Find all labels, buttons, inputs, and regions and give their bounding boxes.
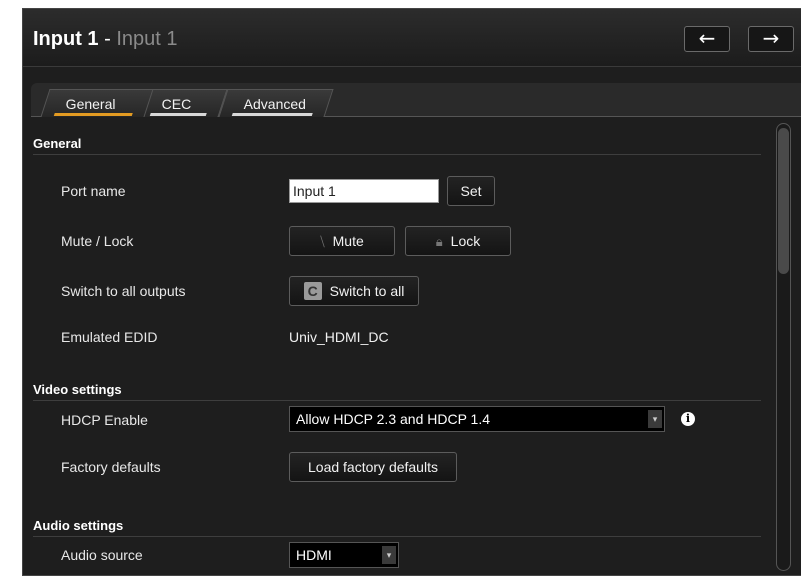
set-port-name-button[interactable]: Set	[447, 176, 495, 206]
section-title-general: General	[33, 136, 761, 155]
switch-to-all-label: Switch to all outputs	[61, 283, 186, 299]
input-settings-window: Input 1 - Input 1 ← → Advanced CEC Gener…	[22, 8, 801, 576]
audio-source-select[interactable]: HDMI ▾	[289, 542, 399, 568]
emulated-edid-label: Emulated EDID	[61, 329, 158, 345]
lock-icon: 🔒︎	[435, 234, 443, 249]
factory-defaults-label: Factory defaults	[61, 459, 161, 475]
section-title-video: Video settings	[33, 382, 761, 401]
scrollbar[interactable]	[776, 123, 791, 571]
tab-bar: Advanced CEC General	[31, 83, 801, 117]
lock-button[interactable]: 🔒︎ Lock	[405, 226, 511, 256]
next-input-button[interactable]: →	[748, 26, 794, 52]
mute-button[interactable]: ⧹ Mute	[289, 226, 395, 256]
scrollbar-thumb[interactable]	[778, 128, 789, 274]
speaker-muted-icon: ⧹	[320, 234, 325, 249]
title-main: Input 1	[33, 28, 99, 50]
tab-underline	[231, 113, 313, 116]
mute-lock-label: Mute / Lock	[61, 233, 134, 249]
tab-advanced[interactable]: Advanced	[218, 89, 334, 117]
tab-underline-active	[53, 113, 133, 116]
title-separator: -	[98, 28, 117, 50]
chevron-down-icon: ▾	[648, 410, 662, 428]
hdcp-enable-select[interactable]: Allow HDCP 2.3 and HDCP 1.4 ▾	[289, 406, 665, 432]
emulated-edid-value: Univ_HDMI_DC	[289, 329, 389, 345]
hdcp-enable-label: HDCP Enable	[61, 412, 148, 428]
info-icon[interactable]: i	[681, 412, 695, 426]
page-title: Input 1 - Input 1	[33, 27, 178, 51]
tab-general[interactable]: General	[40, 89, 154, 117]
tab-underline	[149, 113, 207, 116]
previous-input-button[interactable]: ←	[684, 26, 730, 52]
chevron-down-icon: ▾	[382, 546, 396, 564]
load-factory-defaults-button[interactable]: Load factory defaults	[289, 452, 457, 482]
switch-icon: C	[303, 281, 322, 300]
switch-to-all-button[interactable]: C Switch to all	[289, 276, 419, 306]
title-port-name: Input 1	[116, 28, 178, 50]
section-title-audio: Audio settings	[33, 518, 761, 537]
port-name-input[interactable]	[289, 179, 439, 203]
title-bar: Input 1 - Input 1 ← →	[23, 9, 801, 67]
tab-content: General Port name Set Mute / Lock ⧹Mute …	[31, 119, 791, 575]
audio-source-label: Audio source	[61, 547, 143, 563]
port-name-label: Port name	[61, 183, 126, 199]
